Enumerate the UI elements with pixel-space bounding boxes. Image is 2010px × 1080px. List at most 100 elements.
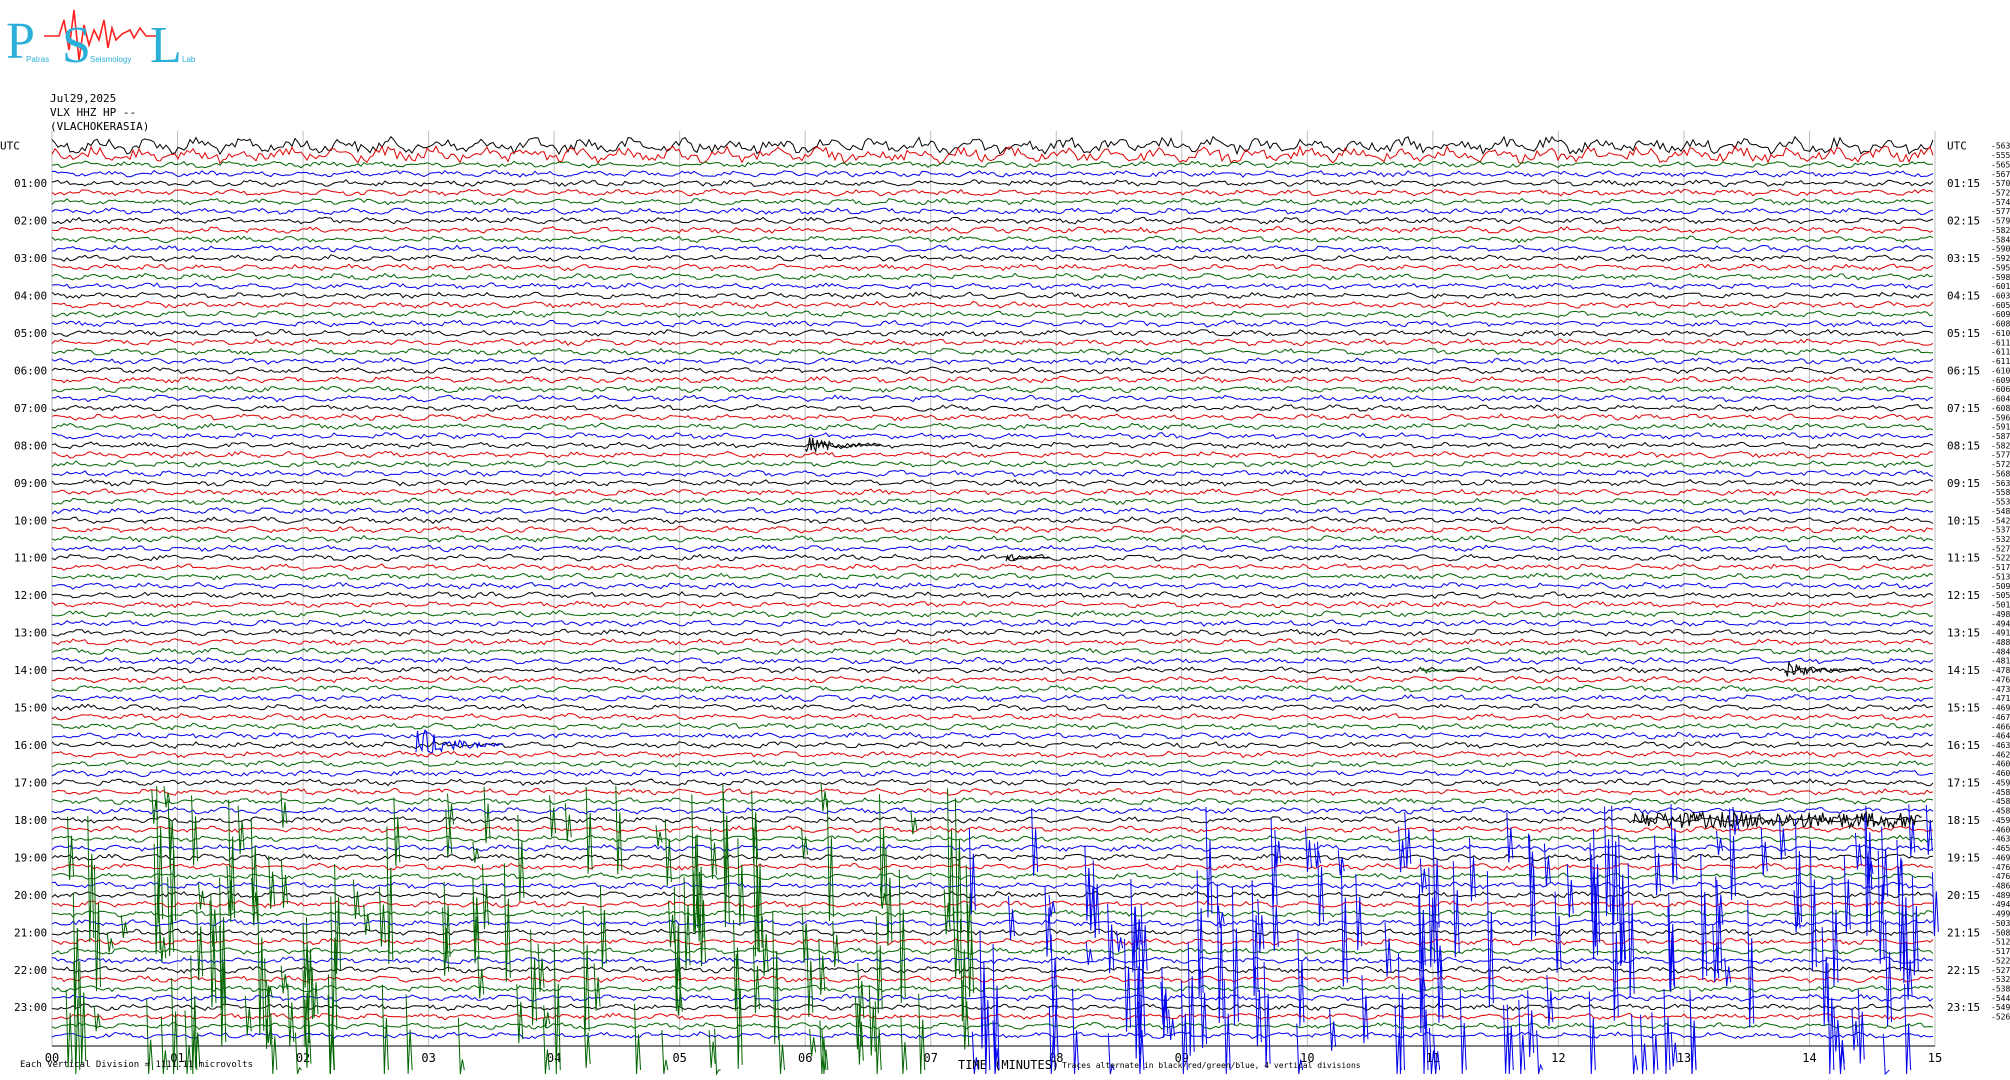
noise-spike [709,827,717,879]
trace-line [51,450,1934,459]
trace-line [51,666,1934,675]
trace-offset-label: -6066 [1991,385,2010,394]
trace-line [51,591,1934,600]
trace-offset-label: -4762 [1991,675,2010,684]
noise-spike [517,814,525,902]
trace-offset-label: -5635 [1991,479,2010,488]
noise-spike [381,984,389,1075]
trace-line [51,291,1934,300]
trace-line [51,338,1934,347]
trace-line [51,347,1934,356]
noise-spike [1092,860,1100,939]
minute-grid: 00 01 02 03 04 05 06 07 08 09 10 11 12 13 14 15 [45,131,1942,1065]
trace-offset-label: -5447 [1991,994,2010,1003]
trace-line [51,469,1934,478]
trace-line [51,563,1934,572]
trace-line [51,647,1933,656]
trace-line [51,169,1934,178]
trace-offset-label: -4660 [1991,722,2010,731]
noise-spike [197,882,205,910]
trace-offset-label: -5051 [1991,591,2010,600]
noise-spike [683,876,691,970]
trace-line [52,244,1934,253]
noise-spike [772,911,780,1045]
noise-spike [593,963,601,1011]
x-tick-label: 15 [1928,1051,1942,1065]
trace-offset-label: -5917 [1991,423,2010,432]
trace-line [51,553,1934,562]
x-axis-title: TIME (MINUTES) [958,1058,1060,1072]
noise-spike [1304,826,1312,872]
trace-offset-label: -4585 [1991,797,2010,806]
noise-spike [599,885,607,968]
noise-spike [1398,826,1406,873]
hour-label-right: 22:15 [1947,964,1980,977]
trace-offset-label: -4631 [1991,835,2010,844]
seismic-events [415,437,1922,830]
trace-offset-label: -4737 [1991,685,2010,694]
trace-offset-label: -5222 [1991,554,2010,563]
hour-label-right: 16:15 [1947,739,1980,752]
trace-line [51,403,1934,412]
trace-offset-label: -5428 [1991,516,2010,525]
trace-line [52,488,1934,497]
trace-offset-label: -4604 [1991,769,2010,778]
trace-line [51,506,1934,515]
trace-line [51,890,1934,899]
trace-line [51,638,1934,646]
noise-spike [1925,804,1933,855]
trace-offset-label: -5174 [1991,947,2010,956]
trace-offset-label: -4607 [1991,825,2010,834]
hour-label-left: 23:00 [14,1001,47,1014]
hour-label-right: 14:15 [1947,664,1980,677]
noise-spike [1257,899,1265,953]
helicorder-plot: 00 01 02 03 04 05 06 07 08 09 10 11 12 13 14 15 UTC UTC… [0,131,2010,1076]
noise-spike [311,966,319,1019]
noise-spike [163,786,171,808]
trace-offset-label: -6113 [1991,357,2010,366]
trace-offset-label: -6119 [1991,348,2010,357]
trace-offset-label: -6036 [1991,292,2010,301]
trace-line [51,872,1934,881]
noise-spike [481,864,489,930]
hour-label-right: 11:15 [1947,552,1980,565]
trace-line [51,179,1934,188]
seismic-event [1784,660,1860,677]
trace-offset-label: -5222 [1991,956,2010,965]
trace-offset-label: -6095 [1991,310,2010,319]
trace-line [51,778,1934,787]
hour-label-left: 16:00 [14,739,47,752]
hour-label-right: 03:15 [1947,252,1980,265]
hour-label-right: 21:15 [1947,926,1980,939]
noise-spike [1827,962,1835,1075]
noise-spike [752,945,760,1014]
noise-spike [244,995,252,1036]
trace-offset-label: -5271 [1991,544,2010,553]
hour-label-right: 07:15 [1947,402,1980,415]
hour-label-left: 05:00 [14,327,47,340]
trace-offset-label: -5087 [1991,928,2010,937]
noise-spike [801,827,809,859]
noise-spike [159,926,167,963]
trace-offset-label: -4767 [1991,863,2010,872]
noise-spike [737,838,745,927]
trace-offset-label: -4635 [1991,741,2010,750]
hour-label-left: 02:00 [14,215,47,228]
trace-offset-label: -5983 [1991,273,2010,282]
hour-label-right: 20:15 [1947,889,1980,902]
noise-spike [655,825,663,847]
trace-line [51,319,1934,328]
trace-line [52,909,1934,918]
noise-spike [190,955,198,1075]
trace-offset-label: -5672 [1991,170,2010,179]
trace-line [51,1022,1934,1030]
trace-line [51,357,1934,365]
noise-spike [447,793,455,829]
noise-spike [120,915,128,939]
noise-spike [1882,1033,1890,1076]
noise-spike [477,955,485,999]
trace-line [51,937,1934,946]
trace-offset-label: -4598 [1991,816,2010,825]
trace-line [51,394,1934,403]
noise-spike [1459,990,1467,1075]
